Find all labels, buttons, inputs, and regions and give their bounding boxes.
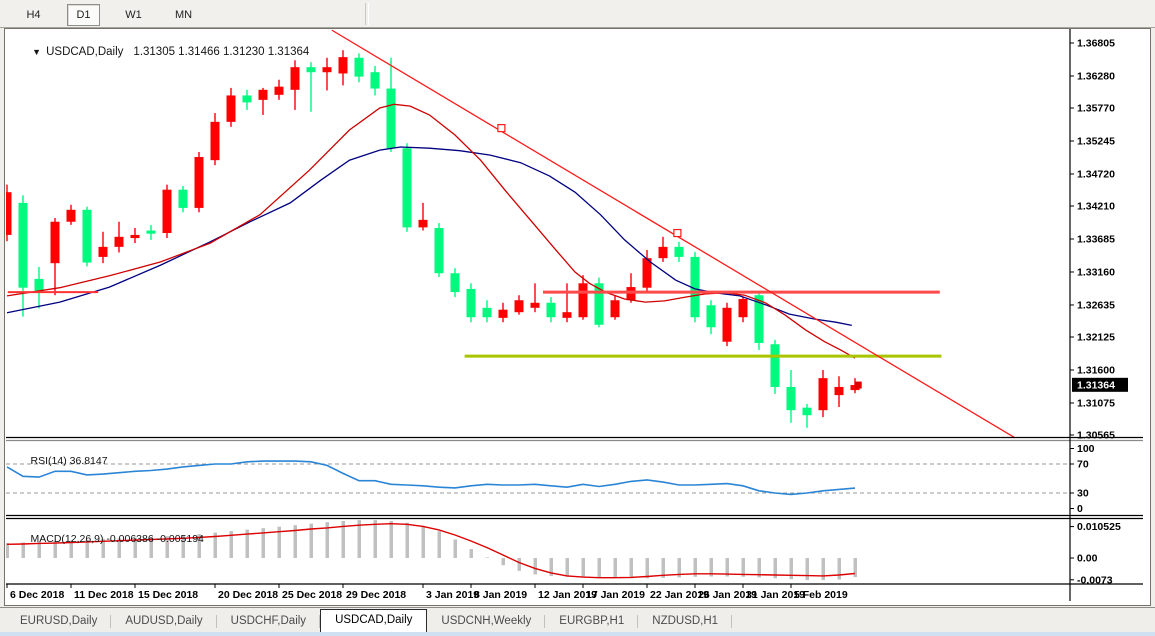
svg-text:5 Feb 2019: 5 Feb 2019: [794, 589, 848, 601]
svg-text:15 Dec 2018: 15 Dec 2018: [138, 589, 198, 601]
chart-window: 1.36805 1.36280 1.35770 1.35245 1.34720 1.342…: [4, 28, 1151, 606]
chart-canvas[interactable]: 1.36805 1.36280 1.35770 1.35245 1.34720 1.342…: [6, 29, 1147, 604]
mt4-application: H4D1W1MN 1.368051.362801.357701.352451.3…: [0, 0, 1155, 636]
rsi-value: 36.8147: [70, 455, 108, 467]
macd-indicator-label: MACD(12,26,9) -0.006386 -0.005194: [13, 521, 204, 557]
timeframe-button-d1[interactable]: D1: [67, 4, 100, 26]
chart-tab-eurgbp-h1[interactable]: EURGBP,H1: [545, 612, 638, 632]
svg-text:1.31075: 1.31075: [1077, 397, 1115, 409]
chart-tab-usdchf-daily[interactable]: USDCHF,Daily: [217, 612, 320, 632]
timeframe-toolbar: H4 D1 W1 MN: [0, 0, 1155, 28]
svg-text:11 Dec 2018: 11 Dec 2018: [74, 589, 134, 601]
macd-values: -0.006386 -0.005194: [106, 533, 204, 545]
svg-text:29 Dec 2018: 29 Dec 2018: [346, 589, 406, 601]
svg-text:1.31600: 1.31600: [1077, 364, 1115, 376]
svg-text:1.36280: 1.36280: [1077, 70, 1115, 82]
svg-text:1.34720: 1.34720: [1077, 168, 1115, 180]
rsi-indicator-label: RSI(14) 36.8147: [13, 443, 108, 479]
svg-text:1.32635: 1.32635: [1077, 299, 1115, 311]
timeframe-button-h4[interactable]: H4: [17, 4, 50, 26]
svg-text:0.00: 0.00: [1077, 553, 1098, 565]
chart-tab-usdcnh-weekly[interactable]: USDCNH,Weekly: [427, 612, 545, 632]
chart-tab-nzdusd-h1[interactable]: NZDUSD,H1: [638, 612, 732, 632]
last-price-marker: [855, 382, 862, 389]
svg-text:6 Dec 2018: 6 Dec 2018: [10, 589, 64, 601]
svg-text:3 Jan 2019: 3 Jan 2019: [426, 589, 479, 601]
macd-name: MACD(12,26,9): [31, 533, 104, 545]
timeframe-button-w1[interactable]: W1: [117, 4, 150, 26]
svg-text:100: 100: [1077, 443, 1095, 455]
chart-symbol-label: USDCAD,Daily: [46, 46, 123, 58]
svg-text:30: 30: [1077, 488, 1089, 500]
svg-text:1.32125: 1.32125: [1077, 332, 1115, 344]
svg-text:1.30565: 1.30565: [1077, 430, 1115, 442]
chart-tab-audusd-daily[interactable]: AUDUSD,Daily: [111, 612, 216, 632]
svg-text:0.010525: 0.010525: [1077, 521, 1121, 533]
trendline-handle[interactable]: [498, 125, 505, 132]
svg-text:1.36805: 1.36805: [1077, 38, 1115, 50]
chevron-down-icon[interactable]: ▼: [32, 47, 41, 57]
chart-tab-eurusd-daily[interactable]: EURUSD,Daily: [6, 612, 111, 632]
chart-tab-bar: EURUSD,DailyAUDUSD,DailyUSDCHF,DailyUSDC…: [0, 607, 1155, 632]
rsi-name: RSI(14): [31, 455, 67, 467]
svg-text:0: 0: [1077, 503, 1083, 515]
svg-text:1.35245: 1.35245: [1077, 136, 1115, 148]
svg-text:1.33160: 1.33160: [1077, 266, 1115, 278]
svg-text:17 Jan 2019: 17 Jan 2019: [586, 589, 645, 601]
svg-text:-0.0073: -0.0073: [1077, 574, 1113, 586]
toolbar-separator: [365, 3, 369, 25]
chart-tab-usdcad-daily[interactable]: USDCAD,Daily: [320, 609, 427, 632]
svg-text:20 Dec 2018: 20 Dec 2018: [218, 589, 278, 601]
svg-text:1.33685: 1.33685: [1077, 234, 1115, 246]
svg-text:1.31364: 1.31364: [1077, 379, 1115, 391]
chart-title: ▼ USDCAD,Daily 1.31305 1.31466 1.31230 1.3…: [13, 34, 309, 70]
svg-text:8 Jan 2019: 8 Jan 2019: [474, 589, 527, 601]
trendline-handle[interactable]: [674, 230, 681, 237]
chart-ohlc-values: 1.31305 1.31466 1.31230 1.31364: [133, 46, 309, 58]
svg-text:25 Dec 2018: 25 Dec 2018: [282, 589, 342, 601]
timeframe-button-mn[interactable]: MN: [167, 4, 200, 26]
svg-text:70: 70: [1077, 459, 1089, 471]
svg-text:1.35770: 1.35770: [1077, 103, 1115, 115]
svg-text:1.34210: 1.34210: [1077, 201, 1115, 213]
tab-separator: [731, 615, 732, 628]
status-strip: [0, 632, 1155, 636]
